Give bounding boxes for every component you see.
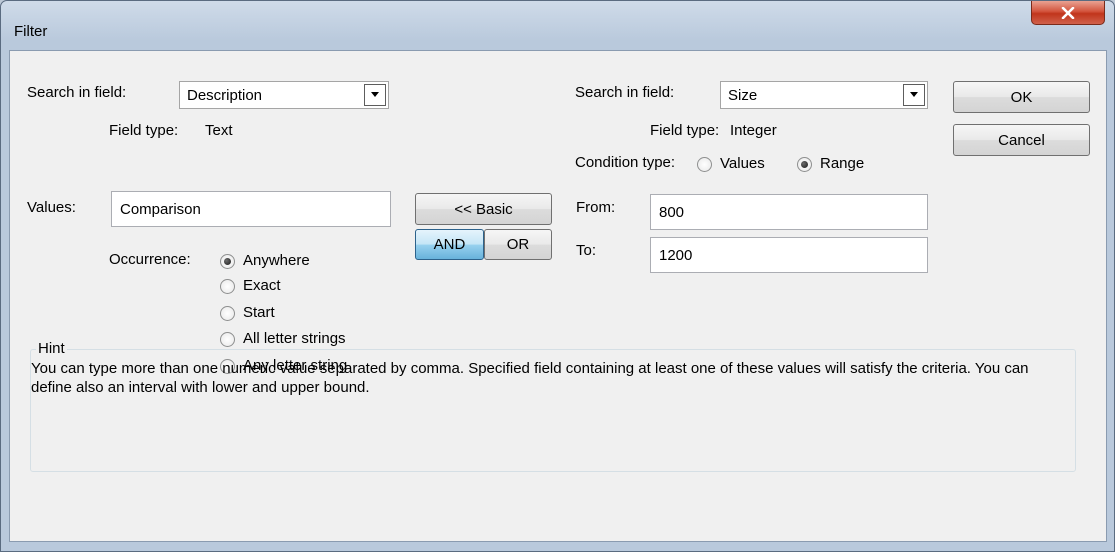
hint-title: Hint [36, 340, 67, 358]
occurrence-radio-exact[interactable]: Exact [220, 277, 281, 295]
title-bar[interactable]: Filter [1, 1, 1114, 49]
chevron-down-icon[interactable] [903, 84, 925, 106]
to-input-text: 1200 [659, 247, 693, 264]
values-input-text: Comparison [120, 201, 201, 218]
ok-button[interactable]: OK [953, 81, 1090, 113]
condition-radio-values[interactable]: Values [697, 155, 765, 173]
chevron-down-icon[interactable] [364, 84, 386, 106]
occurrence-option-label: All letter strings [243, 330, 346, 347]
left-field-type-value: Text [205, 122, 233, 139]
left-search-label: Search in field: [27, 84, 127, 101]
dialog-body: Search in field: Description Field type:… [9, 50, 1107, 542]
filter-dialog: Filter Search in field: Description Fiel… [0, 0, 1115, 552]
left-field-type-label: Field type: [109, 122, 179, 139]
right-search-label: Search in field: [575, 84, 675, 101]
radio-selected-icon [220, 253, 235, 269]
occurrence-label: Occurrence: [109, 251, 191, 268]
close-icon [1061, 6, 1075, 19]
to-label: To: [576, 242, 597, 259]
right-search-field-value: Size [728, 87, 758, 104]
values-input[interactable]: Comparison [111, 191, 391, 227]
occurrence-option-label: Anywhere [243, 252, 310, 269]
radio-unselected-icon [220, 331, 235, 347]
left-search-field-select[interactable]: Description [179, 81, 389, 109]
occurrence-option-label: Exact [243, 277, 281, 294]
radio-unselected-icon [220, 305, 235, 321]
close-button[interactable] [1031, 1, 1105, 25]
right-field-type-value: Integer [730, 122, 777, 139]
from-input[interactable]: 800 [650, 194, 928, 230]
occurrence-radio-anywhere[interactable]: Anywhere [220, 252, 310, 270]
radio-selected-icon [797, 156, 812, 172]
radio-unselected-icon [220, 278, 235, 294]
from-label: From: [576, 199, 616, 216]
radio-unselected-icon [697, 156, 712, 172]
window-title: Filter [14, 23, 48, 40]
right-field-type-label: Field type: [650, 122, 720, 139]
left-search-field-value: Description [187, 87, 263, 104]
from-input-text: 800 [659, 204, 685, 221]
to-input[interactable]: 1200 [650, 237, 928, 273]
condition-option-label: Range [820, 155, 865, 172]
hint-groupbox: Hint You can type more than one numeric … [30, 340, 1076, 472]
condition-radio-range[interactable]: Range [797, 155, 864, 173]
occurrence-option-label: Start [243, 304, 275, 321]
occurrence-radio-all-letter-strings[interactable]: All letter strings [220, 330, 346, 348]
basic-button[interactable]: << Basic [415, 193, 552, 225]
occurrence-radio-start[interactable]: Start [220, 304, 275, 322]
hint-text: You can type more than one numeric value… [31, 360, 1029, 396]
condition-type-label: Condition type: [575, 154, 676, 171]
cancel-button[interactable]: Cancel [953, 124, 1090, 156]
and-button[interactable]: AND [415, 229, 484, 260]
or-button[interactable]: OR [484, 229, 552, 260]
values-label: Values: [27, 199, 76, 216]
right-search-field-select[interactable]: Size [720, 81, 928, 109]
condition-option-label: Values [720, 155, 765, 172]
